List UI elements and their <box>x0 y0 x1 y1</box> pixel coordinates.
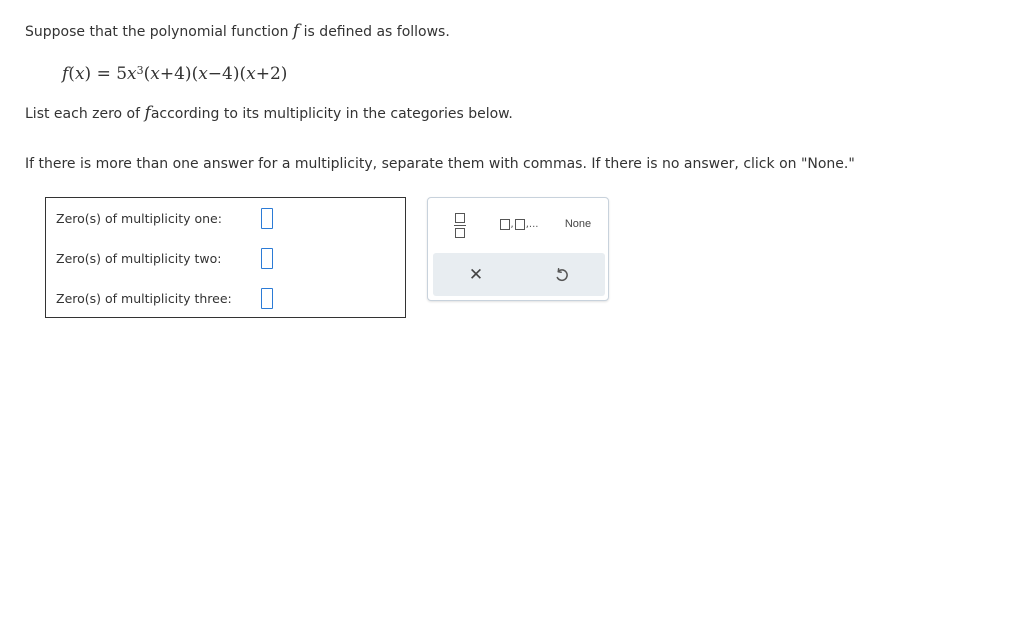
answer-row-multiplicity-three: Zero(s) of multiplicity three: <box>56 286 273 310</box>
undo-button[interactable] <box>547 260 577 290</box>
eq-equals-coefficient: ) = 5 <box>84 64 128 84</box>
eq-factor2-rest: −4) <box>207 64 240 84</box>
eq-factor2-x: x <box>198 64 208 84</box>
fraction-denominator-box <box>455 227 465 238</box>
intro-f-symbol: f <box>292 21 300 41</box>
list-text-before: List each zero of <box>25 106 141 122</box>
eq-x1: x <box>74 64 85 84</box>
question-intro: Suppose that the polynomial function f i… <box>25 22 450 41</box>
undo-icon <box>556 268 568 282</box>
multiplicity-two-input[interactable] <box>261 247 273 269</box>
list-box-1 <box>499 218 510 230</box>
question-instructions: If there is more than one answer for a m… <box>25 156 855 172</box>
multiplicity-three-label: Zero(s) of multiplicity three: <box>56 290 232 306</box>
list-text-after: according to its multiplicity in the cat… <box>150 106 513 122</box>
multiplicity-two-label: Zero(s) of multiplicity two: <box>56 250 222 266</box>
math-palette: ,,... None ✕ <box>427 197 609 301</box>
clear-icon: ✕ <box>468 265 484 285</box>
palette-toolbar: ✕ <box>433 253 605 296</box>
fraction-numerator-box <box>455 212 465 223</box>
multiplicity-one-input[interactable] <box>261 207 273 229</box>
eq-factor3-x: x <box>246 64 256 84</box>
list-icon: ,,... <box>499 218 539 230</box>
intro-text-before: Suppose that the polynomial function <box>25 24 289 40</box>
fraction-button[interactable] <box>448 208 472 242</box>
list-box-2 <box>514 218 525 230</box>
question-list-instruction: List each zero of faccording to its mult… <box>25 104 513 123</box>
answer-row-multiplicity-one: Zero(s) of multiplicity one: <box>56 206 273 230</box>
eq-paren-open: ( <box>68 64 75 84</box>
eq-factor1-rest: +4) <box>159 64 192 84</box>
eq-x2: x <box>127 64 137 84</box>
multiplicity-one-label: Zero(s) of multiplicity one: <box>56 210 222 226</box>
clear-button[interactable]: ✕ <box>461 260 491 290</box>
none-button[interactable]: None <box>553 212 603 236</box>
answer-row-multiplicity-two: Zero(s) of multiplicity two: <box>56 246 273 270</box>
list-ellipsis: ,... <box>525 218 539 230</box>
list-button[interactable]: ,,... <box>494 212 544 236</box>
fraction-icon <box>454 212 466 238</box>
eq-exponent: 3 <box>136 64 144 77</box>
eq-factor3-rest: +2) <box>255 64 288 84</box>
eq-factor1-x: x <box>150 64 160 84</box>
polynomial-equation: f(x) = 5x3(x+4)(x−4)(x+2) <box>62 62 287 86</box>
intro-text-after: is defined as follows. <box>303 24 450 40</box>
list-comma: , <box>510 218 514 230</box>
answer-box: Zero(s) of multiplicity one: Zero(s) of … <box>45 197 406 318</box>
fraction-bar <box>454 224 466 226</box>
multiplicity-three-input[interactable] <box>261 287 273 309</box>
